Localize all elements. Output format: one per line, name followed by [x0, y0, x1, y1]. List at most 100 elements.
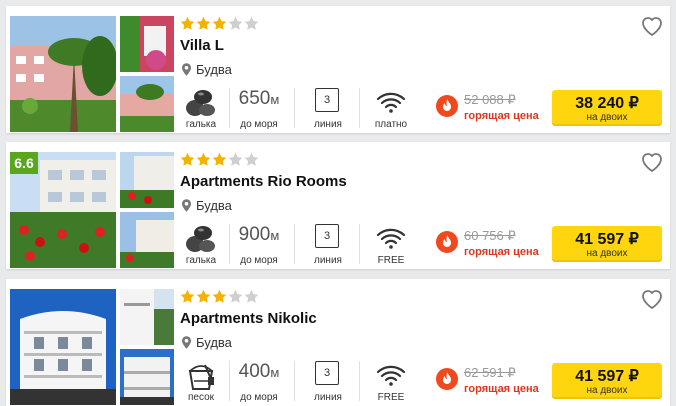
- hot-price-label: горящая цена: [464, 383, 539, 395]
- price-button[interactable]: 41 597 ₽ на двоих: [552, 363, 662, 399]
- price-value: 41 597 ₽: [575, 368, 639, 385]
- wifi-label: платно: [374, 119, 408, 130]
- old-price: 52 088 ₽: [464, 92, 516, 107]
- distance-unit: м: [270, 92, 280, 107]
- heart-icon[interactable]: [640, 15, 664, 37]
- beach-line: 3 линия: [298, 222, 358, 268]
- star-icon: [196, 16, 211, 30]
- hotel-photo-thumb[interactable]: [120, 152, 174, 208]
- heart-icon[interactable]: [640, 288, 664, 310]
- distance-label: до моря: [240, 119, 278, 130]
- heart-icon[interactable]: [640, 151, 664, 173]
- divider: [359, 88, 360, 128]
- wifi-info: FREE: [362, 359, 420, 405]
- hotel-photo-thumb[interactable]: [120, 76, 174, 132]
- star-empty-icon: [244, 16, 259, 30]
- wifi-icon: [376, 228, 406, 249]
- wifi-info: платно: [362, 86, 420, 132]
- sea-distance: 400м до моря: [228, 359, 290, 405]
- price-button[interactable]: 38 240 ₽ на двоих: [552, 90, 662, 126]
- star-rating: [180, 289, 259, 304]
- star-icon: [212, 152, 227, 166]
- star-rating: [180, 152, 259, 167]
- divider: [294, 88, 295, 128]
- star-icon: [180, 152, 195, 166]
- hotel-name[interactable]: Apartments Rio Rooms: [180, 173, 347, 190]
- star-icon: [196, 152, 211, 166]
- line-number: 3: [315, 361, 339, 385]
- hotel-location: Будва: [182, 335, 232, 350]
- star-empty-icon: [244, 152, 259, 166]
- divider: [294, 224, 295, 264]
- map-pin-icon: [182, 63, 191, 76]
- location-label: Будва: [196, 335, 232, 350]
- price-button[interactable]: 41 597 ₽ на двоих: [552, 226, 662, 262]
- line-label: линия: [314, 392, 342, 403]
- old-price: 62 591 ₽: [464, 365, 516, 380]
- beach-type: песок: [176, 359, 226, 405]
- hot-price-label: горящая цена: [464, 110, 539, 122]
- sea-distance: 900м до моря: [228, 222, 290, 268]
- line-label: линия: [314, 119, 342, 130]
- distance-unit: м: [270, 365, 280, 380]
- beach-line: 3 линия: [298, 359, 358, 405]
- sea-distance: 650м до моря: [228, 86, 290, 132]
- hotel-photo-thumb[interactable]: [120, 349, 174, 405]
- beach-label: песок: [187, 392, 215, 403]
- distance-unit: м: [270, 228, 280, 243]
- hotel-card[interactable]: Villa L Будва галька 650м до моря 3 лини…: [6, 6, 670, 133]
- pebbles-icon: [186, 90, 215, 116]
- hot-price-label: горящая цена: [464, 246, 539, 258]
- star-icon: [180, 16, 195, 30]
- star-empty-icon: [228, 152, 243, 166]
- star-icon: [180, 289, 195, 303]
- line-label: линия: [314, 255, 342, 266]
- beach-line: 3 линия: [298, 86, 358, 132]
- fire-icon: [436, 95, 458, 117]
- divider: [294, 361, 295, 401]
- hot-deal: 60 756 ₽ горящая цена: [436, 226, 548, 266]
- divider: [359, 224, 360, 264]
- beach-label: галька: [185, 255, 217, 266]
- hotel-photo-main[interactable]: [10, 16, 116, 132]
- wifi-icon: [376, 365, 406, 386]
- hotel-location: Будва: [182, 62, 232, 77]
- star-rating: [180, 16, 259, 31]
- distance-value: 900: [238, 224, 271, 245]
- wifi-info: FREE: [362, 222, 420, 268]
- price-note: на двоих: [586, 385, 628, 396]
- beach-type: галька: [176, 86, 226, 132]
- hot-deal: 52 088 ₽ горящая цена: [436, 90, 548, 130]
- hotel-name[interactable]: Villa L: [180, 37, 224, 54]
- distance-label: до моря: [240, 255, 278, 266]
- distance-value: 650: [238, 88, 271, 109]
- price-note: на двоих: [586, 248, 628, 259]
- distance-label: до моря: [240, 392, 278, 403]
- line-number: 3: [315, 88, 339, 112]
- sand-bucket-icon: [188, 364, 214, 390]
- hotel-photo-thumb[interactable]: [120, 212, 174, 268]
- beach-label: галька: [185, 119, 217, 130]
- hotel-card[interactable]: 6.6 Apartments Rio Rooms Будва галька 90…: [6, 142, 670, 269]
- map-pin-icon: [182, 199, 191, 212]
- hotel-name[interactable]: Apartments Nikolic: [180, 310, 317, 327]
- wifi-label: FREE: [377, 392, 405, 403]
- location-label: Будва: [196, 62, 232, 77]
- hotel-location: Будва: [182, 198, 232, 213]
- price-note: на двоих: [586, 112, 628, 123]
- pebbles-icon: [186, 226, 215, 252]
- star-icon: [212, 16, 227, 30]
- hotel-photo-thumb[interactable]: [120, 289, 174, 345]
- wifi-icon: [376, 92, 406, 113]
- hotel-photo-thumb[interactable]: [120, 16, 174, 72]
- location-label: Будва: [196, 198, 232, 213]
- hotel-card[interactable]: Apartments Nikolic Будва песок 400м до м…: [6, 279, 670, 406]
- star-icon: [196, 289, 211, 303]
- line-number: 3: [315, 224, 339, 248]
- hotel-photo-main[interactable]: [10, 289, 116, 405]
- rating-badge: 6.6: [10, 152, 38, 174]
- beach-type: галька: [176, 222, 226, 268]
- divider: [359, 361, 360, 401]
- old-price: 60 756 ₽: [464, 228, 516, 243]
- star-empty-icon: [244, 289, 259, 303]
